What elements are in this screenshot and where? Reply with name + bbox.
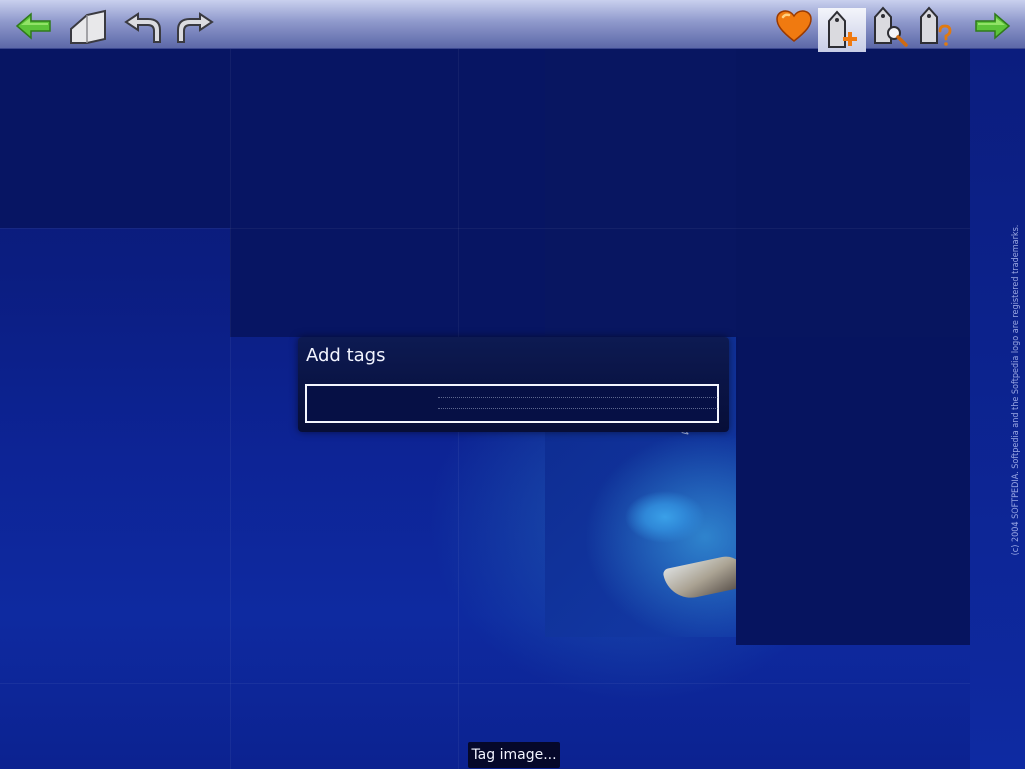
toolbar bbox=[0, 0, 1025, 52]
grid-line bbox=[0, 228, 1025, 229]
tag-add-icon bbox=[821, 9, 863, 51]
copyright-text: (c) 2004 SOFTPEDIA. Softpedia and the So… bbox=[1011, 224, 1021, 556]
status-label: Tag image... bbox=[468, 742, 560, 768]
arrow-left-icon bbox=[15, 12, 53, 40]
tag-help-button[interactable] bbox=[916, 6, 956, 46]
undo-button[interactable] bbox=[124, 6, 164, 46]
add-tag-button[interactable] bbox=[818, 8, 866, 52]
tag-search-icon bbox=[869, 5, 911, 47]
page-button[interactable] bbox=[68, 6, 108, 46]
redo-icon bbox=[174, 8, 214, 44]
background-tile bbox=[230, 228, 545, 337]
favorite-button[interactable] bbox=[774, 6, 814, 46]
grid-line bbox=[0, 683, 1025, 684]
heart-icon bbox=[775, 9, 813, 43]
back-button[interactable] bbox=[14, 6, 54, 46]
background-tile bbox=[230, 48, 545, 228]
land-shape bbox=[662, 553, 736, 603]
redo-button[interactable] bbox=[174, 6, 214, 46]
tag-input[interactable] bbox=[305, 384, 719, 423]
background-tile bbox=[545, 48, 736, 337]
dialog-title: Add tags bbox=[306, 345, 386, 366]
page-icon bbox=[67, 7, 109, 45]
undo-icon bbox=[124, 8, 164, 44]
background-tile bbox=[0, 48, 230, 228]
tag-help-icon bbox=[915, 5, 957, 47]
arrow-right-icon bbox=[973, 12, 1011, 40]
background-tile bbox=[736, 337, 970, 645]
search-tag-button[interactable] bbox=[869, 5, 911, 47]
add-tags-dialog: Add tags bbox=[298, 337, 729, 432]
background-tile bbox=[736, 48, 970, 337]
grid-line bbox=[230, 48, 231, 769]
forward-button[interactable] bbox=[972, 6, 1012, 46]
